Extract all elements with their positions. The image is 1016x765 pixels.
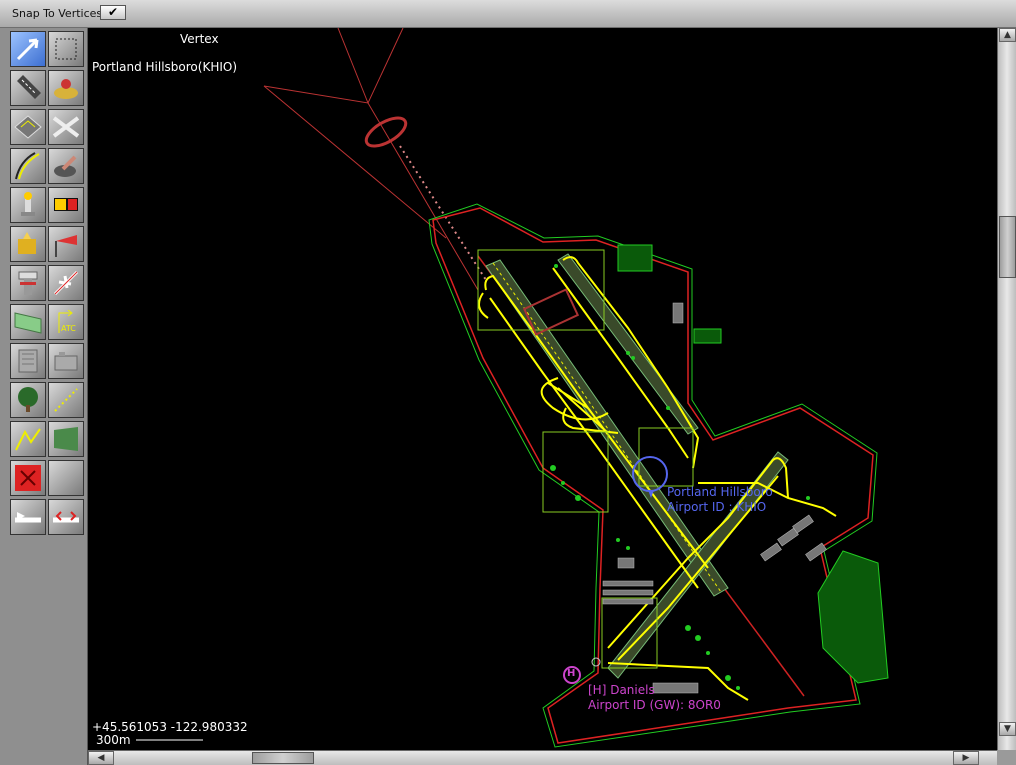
facade-tool-button[interactable]: [10, 304, 46, 340]
forest-tool-button[interactable]: [10, 382, 46, 418]
sign-tool-icon: [54, 198, 78, 211]
atc-frequency-tool-button[interactable]: ATC: [48, 304, 84, 340]
taxi-route-tool-button[interactable]: [10, 499, 46, 535]
vertical-scroll-thumb[interactable]: [999, 216, 1016, 278]
light-fixture-tool-button[interactable]: [10, 187, 46, 223]
line-tool-button[interactable]: [48, 382, 84, 418]
taxi-line-tool-button[interactable]: [10, 148, 46, 184]
scroll-down-arrow-icon[interactable]: ▼: [999, 722, 1016, 736]
airport-map-drawing: [136, 28, 889, 748]
helipad-tool-icon: [54, 79, 78, 99]
object-tool-button[interactable]: [10, 343, 46, 379]
runway-tool-icon: [17, 75, 41, 99]
airport-label: Portland Hillsboro: [667, 485, 773, 499]
map-view[interactable]: Vertex Portland Hillsboro(KHIO) Portland…: [88, 28, 997, 750]
exclusion-tool-icon: [15, 465, 41, 491]
marquee-tool-icon: [55, 38, 77, 60]
scroll-up-arrow-icon[interactable]: ▲: [999, 28, 1016, 42]
blank-tool-icon: [51, 463, 81, 493]
sealane-tool-button[interactable]: [48, 109, 84, 145]
ramp-start-tool-button[interactable]: [48, 265, 84, 301]
snap-to-vertices-checkbox[interactable]: ✔: [100, 5, 126, 20]
facade-tool-icon: [14, 312, 42, 334]
airport-name-readout: Portland Hillsboro(KHIO): [92, 60, 238, 74]
object-tool-icon: [18, 349, 38, 373]
tool-palette: ATC: [0, 28, 88, 765]
horizontal-scroll-thumb[interactable]: [252, 752, 314, 764]
snap-to-vertices-label: Snap To Vertices: [12, 7, 103, 20]
polygon-tool-icon: [54, 427, 78, 451]
runway-tool-button[interactable]: [10, 70, 46, 106]
taxiway-tool-icon: [14, 115, 42, 139]
atc-frequency-tool-icon: ATC: [58, 309, 76, 333]
helipad-tool-button[interactable]: [48, 70, 84, 106]
exclusion-tool-button[interactable]: [10, 460, 46, 496]
scale-label: 300m: [96, 733, 131, 747]
vertical-scrollbar[interactable]: ▲ ▼: [997, 28, 1016, 750]
string-tool-icon: [15, 428, 41, 451]
building-tool-icon: [54, 352, 78, 371]
taxi-route-tool-icon: [15, 512, 41, 523]
truck-route-tool-icon: [53, 511, 79, 523]
tower-tool-button[interactable]: [10, 265, 46, 301]
scroll-left-arrow-icon[interactable]: ◀: [88, 751, 114, 765]
cursor-coordinates: +45.561053 -122.980332: [92, 720, 248, 734]
marquee-tool-button[interactable]: [48, 31, 84, 67]
blank-tool-button[interactable]: [48, 460, 84, 496]
light-fixture-tool-icon: [21, 192, 35, 216]
scrollbar-corner: [997, 750, 1016, 765]
tool-name-readout: Vertex: [180, 32, 219, 46]
building-tool-button[interactable]: [48, 343, 84, 379]
taxi-line-tool-icon: [15, 152, 40, 180]
tower-tool-icon: [18, 271, 38, 295]
ramp-start-tool-icon: [53, 270, 79, 296]
heliport-label: [H] Daniels: [588, 683, 655, 697]
vertex-tool-icon: [16, 38, 39, 61]
windsock-tool-button[interactable]: [48, 226, 84, 262]
vertex-tool-button[interactable]: [10, 31, 46, 67]
heliport-id-label: Airport ID (GW): 8OR0: [588, 698, 721, 712]
polygon-tool-button[interactable]: [48, 421, 84, 457]
boundary-tool-button[interactable]: [48, 148, 84, 184]
scroll-right-arrow-icon[interactable]: ▶: [953, 751, 979, 765]
sign-tool-button[interactable]: [48, 187, 84, 223]
line-tool-icon: [54, 388, 78, 412]
top-toolbar: Snap To Vertices ✔: [0, 0, 1016, 28]
airport-id-label: Airport ID : KHIO: [667, 500, 767, 514]
beacon-tool-icon: [18, 232, 36, 254]
truck-route-tool-button[interactable]: [48, 499, 84, 535]
svg-text:ATC: ATC: [61, 324, 76, 333]
windsock-tool-icon: [55, 235, 77, 257]
taxiway-tool-button[interactable]: [10, 109, 46, 145]
heliport-icon: H: [567, 668, 576, 679]
string-tool-button[interactable]: [10, 421, 46, 457]
sealane-tool-icon: [52, 116, 80, 138]
forest-tool-icon: [18, 387, 38, 412]
boundary-tool-icon: [54, 155, 77, 177]
horizontal-scrollbar[interactable]: ◀ ▶: [88, 750, 997, 765]
beacon-tool-button[interactable]: [10, 226, 46, 262]
